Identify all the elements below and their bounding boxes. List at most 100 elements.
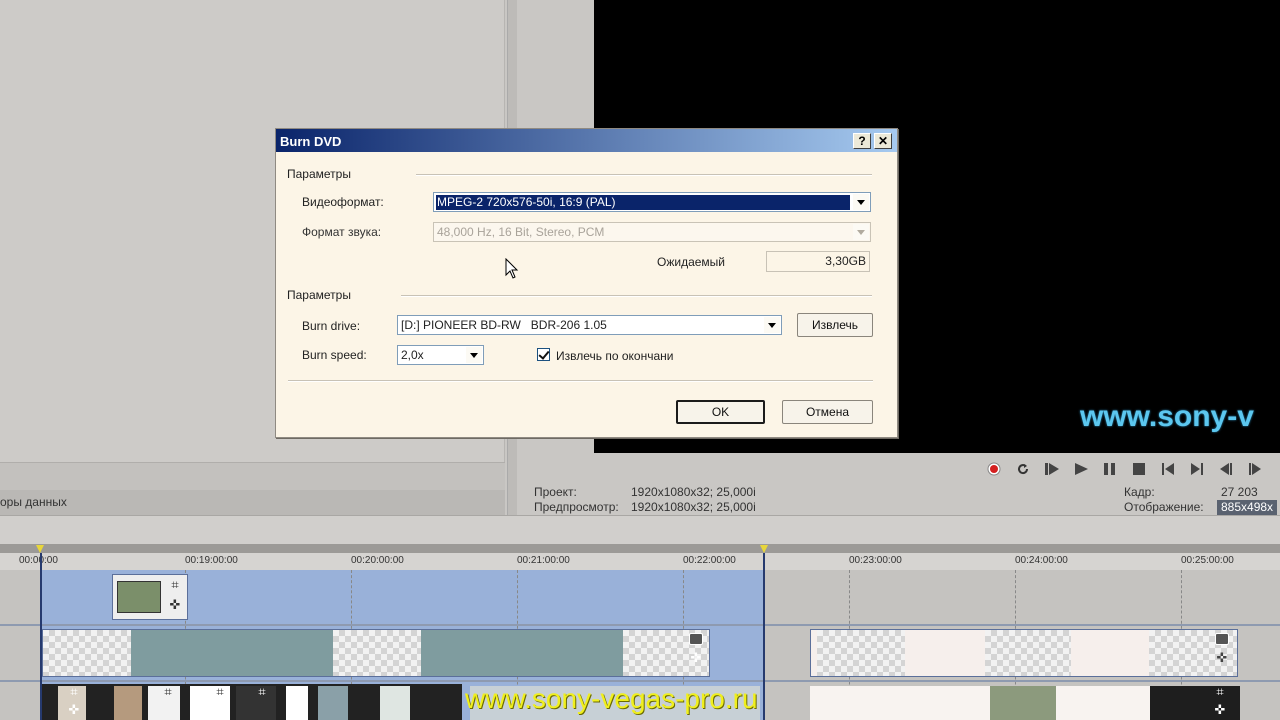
stop-icon <box>1133 463 1145 475</box>
pause-button[interactable] <box>1100 459 1120 479</box>
track-separator <box>0 680 1280 682</box>
section-label-parameters: Параметры <box>287 167 351 181</box>
preview-label: Предпросмотр: <box>534 500 619 514</box>
help-button[interactable]: ? <box>853 133 871 149</box>
track-separator <box>0 624 1280 626</box>
audio-format-value: 48,000 Hz, 16 Bit, Stereo, PCM <box>437 225 605 239</box>
video-clip[interactable]: ✜ <box>42 629 710 677</box>
dialog-titlebar[interactable]: Burn DVD ? ✕ <box>276 129 897 152</box>
photo-clip[interactable] <box>286 686 308 720</box>
next-marker-icon <box>1191 463 1203 475</box>
preview-info-left: Проект: 1920x1080x32; 25,000i Предпросмо… <box>534 485 834 515</box>
dialog-title: Burn DVD <box>280 134 342 149</box>
loop-button[interactable] <box>1013 459 1033 479</box>
frame-label: Кадр: <box>1124 485 1155 499</box>
eject-button[interactable]: Извлечь <box>797 313 873 337</box>
film-icon[interactable] <box>689 633 703 645</box>
section-divider <box>401 295 872 297</box>
play-icon <box>1075 463 1088 475</box>
video-format-label: Видеоформат: <box>302 195 384 209</box>
burn-dvd-dialog: Burn DVD ? ✕ Параметры Видеоформат: MPEG… <box>275 128 898 438</box>
crop-icon[interactable]: ⌗ <box>167 579 183 593</box>
record-button[interactable] <box>984 459 1004 479</box>
pan-crop-icon[interactable]: ✜ <box>688 652 704 666</box>
tick-label: 00:21:00:00 <box>517 555 570 566</box>
photo-clip[interactable] <box>114 686 142 720</box>
prev-frame-button[interactable] <box>1216 459 1236 479</box>
burn-drive-label: Burn drive: <box>302 319 361 333</box>
close-button[interactable]: ✕ <box>874 133 892 149</box>
photo-clip[interactable] <box>810 686 1150 720</box>
timeline-ruler[interactable]: 00:00:00 00:19:00:00 00:20:00:00 00:21:0… <box>0 553 1280 570</box>
buttons-divider <box>288 380 873 382</box>
tick-label: 00:24:00:00 <box>1015 555 1068 566</box>
stop-button[interactable] <box>1129 459 1149 479</box>
crop-icon[interactable]: ⌗ <box>66 686 82 700</box>
prev-frame-icon <box>1220 463 1232 475</box>
loop-start-marker[interactable] <box>36 545 44 553</box>
burn-drive-select[interactable]: [D:] PIONEER BD-RW BDR-206 1.05 <box>397 315 782 335</box>
pan-crop-icon[interactable]: ✜ <box>1212 704 1228 718</box>
audio-format-select[interactable]: 48,000 Hz, 16 Bit, Stereo, PCM <box>433 222 871 242</box>
tick-label: 00:22:00:00 <box>683 555 736 566</box>
transparent-region <box>43 630 131 676</box>
expected-size-label: Ожидаемый <box>657 255 725 269</box>
project-value: 1920x1080x32; 25,000i <box>631 485 756 499</box>
chevron-down-icon[interactable] <box>764 317 780 333</box>
photo-clip[interactable] <box>990 686 1056 720</box>
loop-region-bar[interactable] <box>0 544 1280 553</box>
timeline-watermark: www.sony-vegas-pro.ru <box>465 683 758 714</box>
expected-size-value: 3,30GB <box>766 251 870 272</box>
selection-end-line[interactable] <box>763 553 765 720</box>
video-clip[interactable]: ✜ <box>810 629 1238 677</box>
display-value: 885x498x <box>1217 500 1278 515</box>
eject-after-label[interactable]: Извлечь по окончани <box>556 349 673 363</box>
film-icon[interactable] <box>1215 633 1229 645</box>
project-label: Проект: <box>534 485 577 499</box>
ok-button[interactable]: OK <box>676 400 765 424</box>
next-frame-icon <box>1249 463 1261 475</box>
crop-icon[interactable]: ⌗ <box>254 686 270 700</box>
audio-format-label: Формат звука: <box>302 225 382 239</box>
chevron-down-icon[interactable] <box>853 194 869 210</box>
play-from-start-icon <box>1045 463 1059 475</box>
transparent-region <box>985 630 1071 676</box>
pause-icon <box>1104 463 1115 475</box>
photo-clip[interactable] <box>380 686 410 720</box>
record-icon <box>987 462 1001 476</box>
preview-watermark: www.sony-v <box>1080 400 1254 433</box>
eject-after-checkbox[interactable] <box>537 348 550 361</box>
transparent-region <box>817 630 905 676</box>
next-marker-button[interactable] <box>1187 459 1207 479</box>
video-format-select[interactable]: MPEG-2 720x576-50i, 16:9 (PAL) <box>433 192 871 212</box>
pan-crop-icon[interactable]: ✜ <box>167 599 183 613</box>
transport-controls <box>984 458 1265 480</box>
display-label: Отображение: <box>1124 500 1204 514</box>
tick-label: 00:20:00:00 <box>351 555 404 566</box>
playhead-cursor[interactable] <box>40 553 42 720</box>
burn-speed-select[interactable]: 2,0x <box>397 345 484 365</box>
loop-end-marker[interactable] <box>760 545 768 553</box>
section-label-parameters: Параметры <box>287 288 351 302</box>
photo-clip[interactable] <box>318 686 348 720</box>
crop-icon[interactable]: ⌗ <box>212 686 228 700</box>
burn-speed-value: 2,0x <box>401 348 424 362</box>
play-button[interactable] <box>1071 459 1091 479</box>
tab-media-generators[interactable]: оры данных <box>0 495 67 509</box>
next-frame-button[interactable] <box>1245 459 1265 479</box>
pan-crop-icon[interactable]: ✜ <box>1214 652 1230 666</box>
pan-crop-icon[interactable]: ✜ <box>66 704 82 718</box>
preview-value: 1920x1080x32; 25,000i <box>631 500 756 514</box>
cancel-button[interactable]: Отмена <box>782 400 873 424</box>
video-clip[interactable]: ⌗ ✜ <box>112 574 188 620</box>
tick-label: 00:23:00:00 <box>849 555 902 566</box>
preview-info-right: Кадр: 27 203 Отображение: 885x498x <box>1124 485 1280 515</box>
mouse-pointer-icon <box>505 258 519 279</box>
play-from-start-button[interactable] <box>1042 459 1062 479</box>
prev-marker-button[interactable] <box>1158 459 1178 479</box>
tick-label: 00:25:00:00 <box>1181 555 1234 566</box>
crop-icon[interactable]: ⌗ <box>1212 686 1228 700</box>
crop-icon[interactable]: ⌗ <box>160 686 176 700</box>
chevron-down-icon[interactable] <box>466 347 482 363</box>
section-divider <box>416 174 872 176</box>
